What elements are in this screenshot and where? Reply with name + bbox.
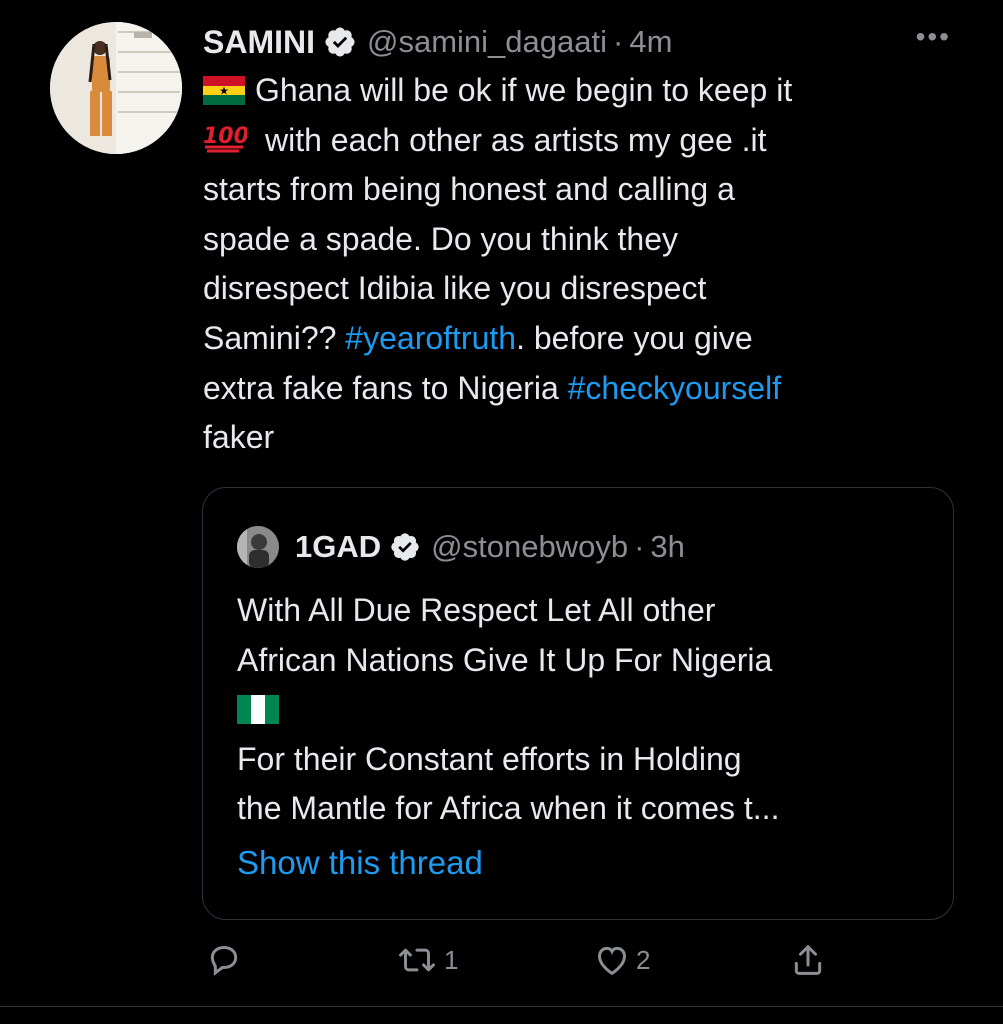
tweet-actions: 1 2	[0, 940, 1003, 990]
retweet-icon	[399, 948, 435, 972]
more-options-icon[interactable]: •••	[916, 22, 951, 52]
tweet-header: SAMINI @samini_dagaati · 4m	[203, 20, 672, 64]
tweet-line-text: Samini??	[203, 319, 346, 356]
tweet-line: spade a spade. Do you think they	[203, 220, 678, 257]
quoted-tweet-text: With All Due Respect Let All other Afric…	[237, 586, 937, 834]
hashtag-yearoftruth[interactable]: #yearoftruth	[345, 320, 516, 356]
quoted-header-separator: ·	[634, 529, 645, 564]
retweet-button[interactable]: 1	[394, 940, 458, 980]
quoted-tweet-line: For their Constant efforts in Holding	[237, 740, 742, 777]
header-separator: ·	[613, 24, 624, 59]
tweet-timestamp[interactable]: 4m	[629, 24, 672, 60]
tweet-line: disrespect Idibia like you disrespect	[203, 270, 707, 307]
quoted-tweet-line: the Mantle for Africa when it comes t...	[237, 790, 780, 827]
quoted-tweet-line: With All Due Respect Let All other	[237, 592, 716, 628]
show-thread-link[interactable]: Show this thread	[237, 844, 483, 882]
tweet-line: starts from being honest and calling a	[203, 171, 735, 208]
heart-icon	[597, 946, 627, 976]
share-icon	[794, 945, 822, 975]
reply-icon	[210, 945, 238, 976]
tweet-line: extra fake fans to Nigeria #checkyoursel…	[203, 364, 963, 414]
retweet-count: 1	[444, 944, 459, 975]
quoted-author-avatar	[237, 526, 279, 568]
quoted-tweet-card[interactable]: 1GAD @stonebwoyb · 3h With All Due Respe…	[202, 487, 954, 920]
reply-button[interactable]	[204, 940, 248, 980]
nigeria-flag-icon	[237, 695, 279, 725]
quoted-tweet-line	[237, 685, 937, 735]
tweet-line: Samini?? #yearoftruth. before you give	[203, 314, 963, 364]
tweet-line-text: extra fake fans to Nigeria	[203, 369, 568, 406]
like-button[interactable]: 2	[592, 940, 650, 980]
tweet-line: 100 with each other as artists my gee .i…	[203, 116, 963, 166]
quoted-tweet-header: 1GAD @stonebwoyb · 3h	[237, 525, 685, 569]
hundred-points-icon: 100	[203, 124, 247, 153]
author-name[interactable]: SAMINI	[203, 24, 315, 61]
share-button[interactable]	[788, 940, 832, 980]
quoted-tweet-timestamp: 3h	[650, 529, 685, 564]
tweet-divider	[0, 1006, 1003, 1007]
tweet-line-text: with each other as artists my gee .it	[265, 121, 767, 158]
tweet-text: Ghana will be ok if we begin to keep it …	[203, 66, 963, 463]
author-handle[interactable]: @samini_dagaati	[367, 24, 607, 60]
like-count: 2	[636, 944, 651, 975]
tweet-line: Ghana will be ok if we begin to keep it	[203, 66, 963, 116]
quoted-author-name: 1GAD	[295, 529, 382, 564]
quoted-tweet-line: African Nations Give It Up For Nigeria	[237, 641, 773, 678]
verified-badge-icon	[391, 533, 419, 561]
tweet-line-text: . before you give	[516, 319, 753, 356]
author-avatar[interactable]	[50, 22, 182, 154]
ghana-flag-icon	[203, 76, 245, 105]
quoted-author-handle: @stonebwoyb	[431, 529, 629, 564]
tweet-line-text: Ghana will be ok if we begin to keep it	[255, 72, 793, 108]
hashtag-checkyourself[interactable]: #checkyourself	[568, 370, 781, 406]
verified-badge-icon	[325, 27, 355, 57]
tweet-line: faker	[203, 419, 275, 456]
tweet[interactable]: SAMINI @samini_dagaati · 4m ••• Ghana wi…	[0, 0, 1003, 1024]
svg-text:100: 100	[203, 124, 247, 149]
